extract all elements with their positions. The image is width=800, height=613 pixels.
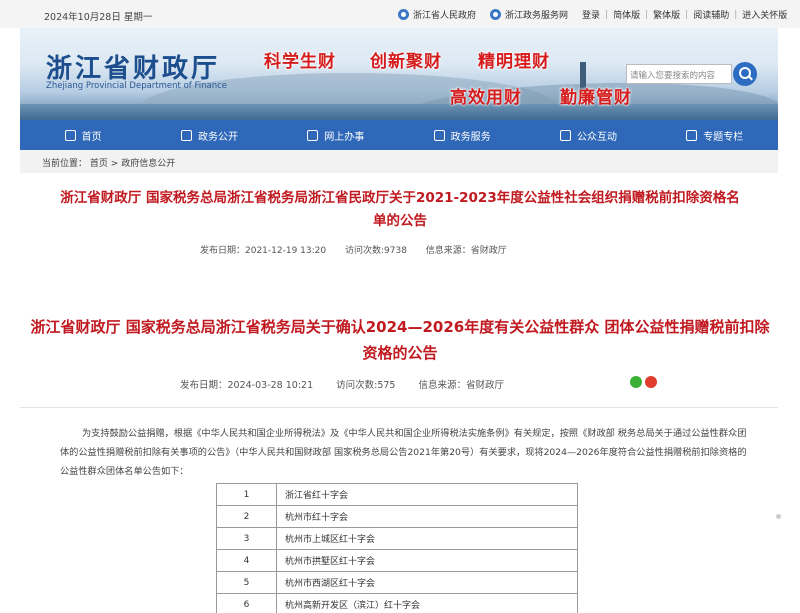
folder-icon	[180, 129, 192, 141]
header-banner: 浙江省财政厅 Zhejiang Provincial Department of…	[20, 28, 778, 120]
nav-gov-services[interactable]: 政务服务	[399, 120, 525, 150]
article-2-date: 发布日期：2024-03-28 10:21	[180, 380, 314, 391]
article-2-visits: 访问次数:575	[336, 380, 396, 391]
breadcrumb-current[interactable]: 政府信息公开	[121, 159, 175, 169]
home-icon	[64, 129, 76, 141]
link-service-portal[interactable]: 浙江政务服务网	[505, 8, 568, 21]
current-date: 2024年10月28日 星期一	[44, 12, 153, 23]
site-logo-english: Zhejiang Provincial Department of Financ…	[46, 81, 227, 91]
elderly-mode-link[interactable]: 进入关怀版	[742, 8, 787, 21]
divider	[20, 407, 778, 408]
top-links: 浙江省人民政府 浙江政务服务网 登录 | 简体版 | 繁体版 | 阅读辅助 | …	[398, 8, 787, 21]
search-input[interactable]: 请输入您要搜索的内容	[626, 64, 732, 84]
login-link[interactable]: 登录	[582, 8, 600, 21]
article-2-title: 浙江省财政厅 国家税务总局浙江省税务局关于确认2024—2026年度有关公益性群…	[30, 318, 770, 362]
simplified-link[interactable]: 简体版	[613, 8, 640, 21]
wechat-share-icon[interactable]	[630, 376, 642, 388]
service-icon	[490, 9, 502, 20]
nav-public-interaction[interactable]: 公众互动	[525, 120, 651, 150]
table-row: 5 杭州市西湖区红十字会	[216, 571, 578, 594]
article-2-meta: 发布日期：2024-03-28 10:21 访问次数:575 信息来源：省财政厅	[180, 377, 524, 391]
link-province-government[interactable]: 浙江省人民政府	[413, 8, 476, 21]
breadcrumb: 当前位置： 首页 > 政府信息公开	[20, 150, 778, 173]
article-2-source: 信息来源：省财政厅	[418, 380, 505, 391]
nav-special-topics[interactable]: 专题专栏	[652, 120, 778, 150]
nav-home[interactable]: 首页	[20, 120, 146, 150]
traditional-link[interactable]: 繁体版	[653, 8, 680, 21]
nav-gov-affairs-open[interactable]: 政务公开	[146, 120, 272, 150]
article-1-visits: 访问次数:9738	[344, 246, 407, 256]
main-nav: 首页 政务公开 网上办事 政务服务 公众互动 专题专栏	[20, 120, 778, 150]
article-1-source: 信息来源：省财政厅	[425, 246, 507, 256]
slogan-3: 精明理财	[478, 52, 550, 72]
table-row: 2 杭州市红十字会	[216, 505, 578, 528]
doc-icon	[686, 129, 698, 141]
slogan-1: 科学生财	[264, 52, 336, 72]
article-1-title: 浙江省财政厅 国家税务总局浙江省税务局浙江省民政厅关于2021-2023年度公益…	[60, 190, 740, 229]
monitor-icon	[433, 129, 445, 141]
article-1-meta: 发布日期：2021-12-19 13:20 访问次数:9738 信息来源：省财政…	[200, 243, 523, 256]
government-icon	[398, 9, 409, 20]
slogan-4: 高效用财	[450, 88, 522, 108]
article-1-date: 发布日期：2021-12-19 13:20	[200, 246, 327, 256]
people-icon	[559, 129, 571, 141]
slogan-2: 创新聚财	[370, 52, 442, 72]
site-logo[interactable]: 浙江省财政厅	[46, 48, 220, 85]
search-icon[interactable]	[733, 62, 757, 86]
organization-table: 1 浙江省红十字会 2 杭州市红十字会 3 杭州市上城区红十字会 4 杭州市拱墅区红十字…	[216, 483, 578, 613]
weibo-share-icon[interactable]	[645, 376, 657, 388]
table-row: 4 杭州市拱墅区红十字会	[216, 549, 578, 572]
table-row: 1 浙江省红十字会	[216, 483, 578, 506]
scroll-indicator[interactable]	[776, 514, 781, 519]
article-2-paragraph: 为支持鼓励公益捐赠，根据《中华人民共和国企业所得税法》及《中华人民共和国企业所得…	[60, 428, 747, 477]
slogan-5: 勤廉管财	[560, 88, 632, 108]
top-bar: 2024年10月28日 星期一 浙江省人民政府 浙江政务服务网 登录 | 简体版…	[0, 0, 800, 28]
table-row: 6 杭州高新开发区（滨江）红十字会	[216, 593, 578, 613]
nav-online-services[interactable]: 网上办事	[273, 120, 399, 150]
accessibility-link[interactable]: 阅读辅助	[693, 8, 729, 21]
breadcrumb-home[interactable]: 首页	[90, 159, 108, 169]
heart-icon	[307, 129, 319, 141]
table-row: 3 杭州市上城区红十字会	[216, 527, 578, 550]
